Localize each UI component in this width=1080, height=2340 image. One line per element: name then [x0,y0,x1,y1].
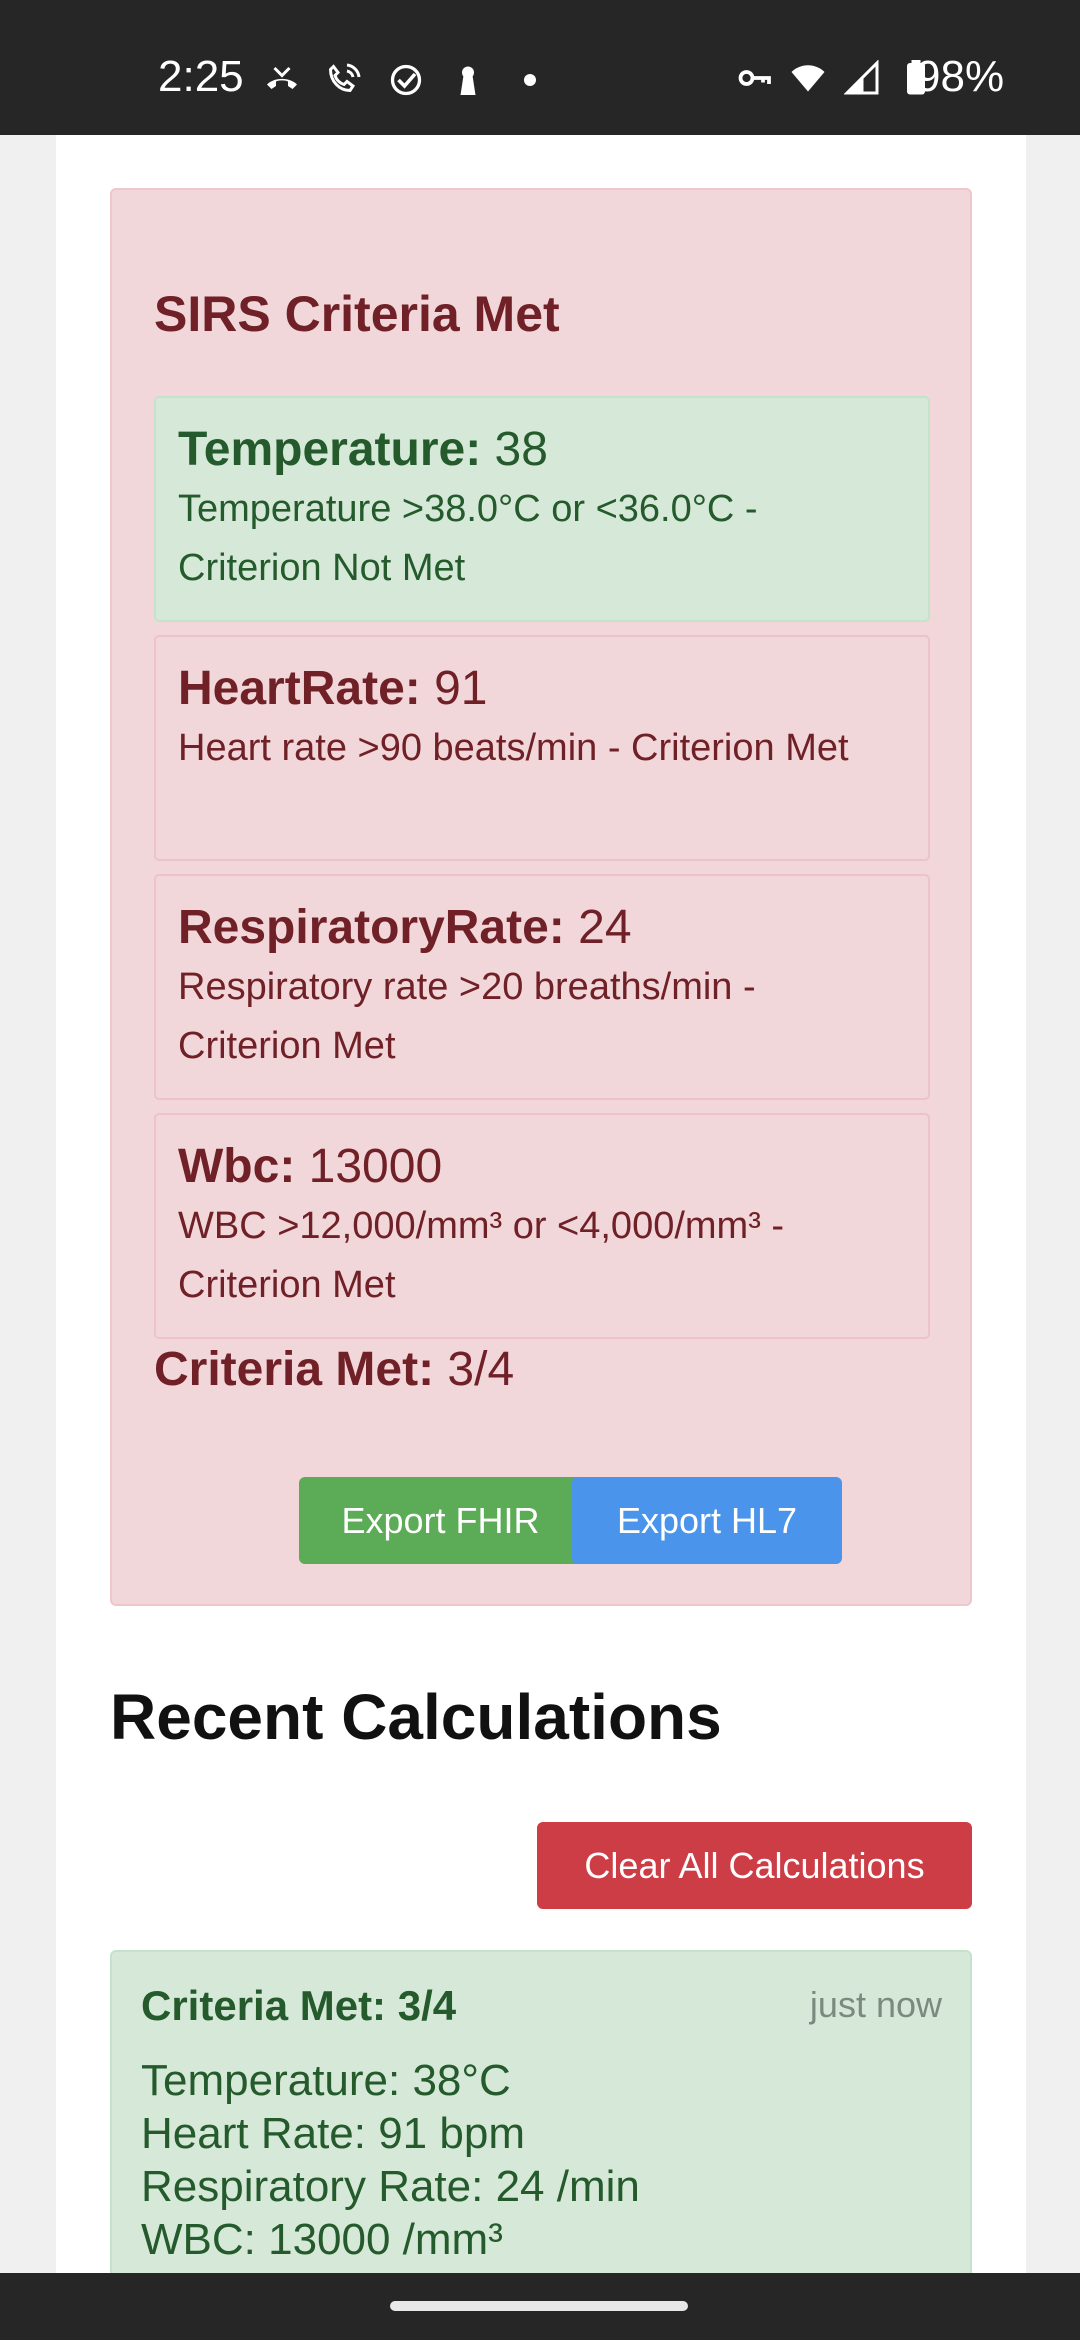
wifi-icon [791,65,825,92]
clear-all-calculations-button[interactable]: Clear All Calculations [537,1822,972,1909]
history-line-wbc: WBC: 13000 /mm³ [141,2215,503,2264]
history-item-timestamp: just now [809,1984,942,2025]
wifi-call-icon [328,63,361,93]
history-line-temperature: Temperature: 38°C [141,2056,511,2105]
criterion-value: 38 [494,423,548,476]
criterion-wbc: Wbc: 13000 WBC >12,000/mm³ or <4,000/mm³… [154,1113,930,1339]
criterion-value: 13000 [308,1140,443,1193]
criterion-value: 24 [578,901,632,954]
navigation-bar [0,2273,1080,2340]
criterion-description: Respiratory rate >20 breaths/min - Crite… [178,966,756,1067]
history-line-heart-rate: Heart Rate: 91 bpm [141,2109,525,2158]
recent-calculations-heading: Recent Calculations [110,1681,722,1753]
home-gesture-handle[interactable] [390,2301,688,2311]
criterion-description: WBC >12,000/mm³ or <4,000/mm³ - Criterio… [178,1205,785,1306]
criteria-met-total: Criteria Met: 3/4 [154,1342,514,1397]
status-time: 2:25 [158,52,244,101]
export-hl7-button[interactable]: Export HL7 [572,1477,842,1564]
criterion-name: HeartRate: [178,662,421,715]
sirs-result-card: SIRS Criteria Met Temperature: 38 Temper… [110,188,972,1606]
criterion-description: Temperature >38.0°C or <36.0°C - Criteri… [178,488,758,589]
missed-call-icon [267,66,297,89]
result-title: SIRS Criteria Met [154,286,560,342]
criterion-heart-rate: HeartRate: 91 Heart rate >90 beats/min -… [154,635,930,861]
criterion-name: Wbc: [178,1140,296,1193]
criteria-met-label: Criteria Met: [154,1343,435,1396]
criterion-value: 91 [434,662,488,715]
notification-icons [264,62,548,98]
battery-percentage: 98% [916,52,1005,101]
recent-calculation-item[interactable]: Criteria Met: 3/4 just now Temperature: … [110,1950,972,2310]
history-item-title: Criteria Met: 3/4 [141,1982,457,2029]
history-line-respiratory-rate: Respiratory Rate: 24 /min [141,2162,640,2211]
criterion-name: RespiratoryRate: [178,901,565,954]
criterion-respiratory-rate: RespiratoryRate: 24 Respiratory rate >20… [154,874,930,1100]
criterion-temperature: Temperature: 38 Temperature >38.0°C or <… [154,396,930,622]
keyhole-icon [460,66,476,95]
export-fhir-button[interactable]: Export FHIR [299,1477,582,1564]
signal-icon [844,60,879,95]
criteria-met-value: 3/4 [447,1343,515,1396]
status-bar: 2:25 98% [0,0,1080,135]
system-icons [736,60,934,96]
history-item-details: Temperature: 38°C Heart Rate: 91 bpm Res… [141,2054,640,2266]
criterion-name: Temperature: [178,423,482,476]
page-content: SIRS Criteria Met Temperature: 38 Temper… [56,135,1026,2310]
check-circle-icon [390,64,422,96]
criterion-description: Heart rate >90 beats/min - Criterion Met [178,727,849,769]
vpn-key-icon [738,70,771,86]
dot-icon [524,74,536,86]
